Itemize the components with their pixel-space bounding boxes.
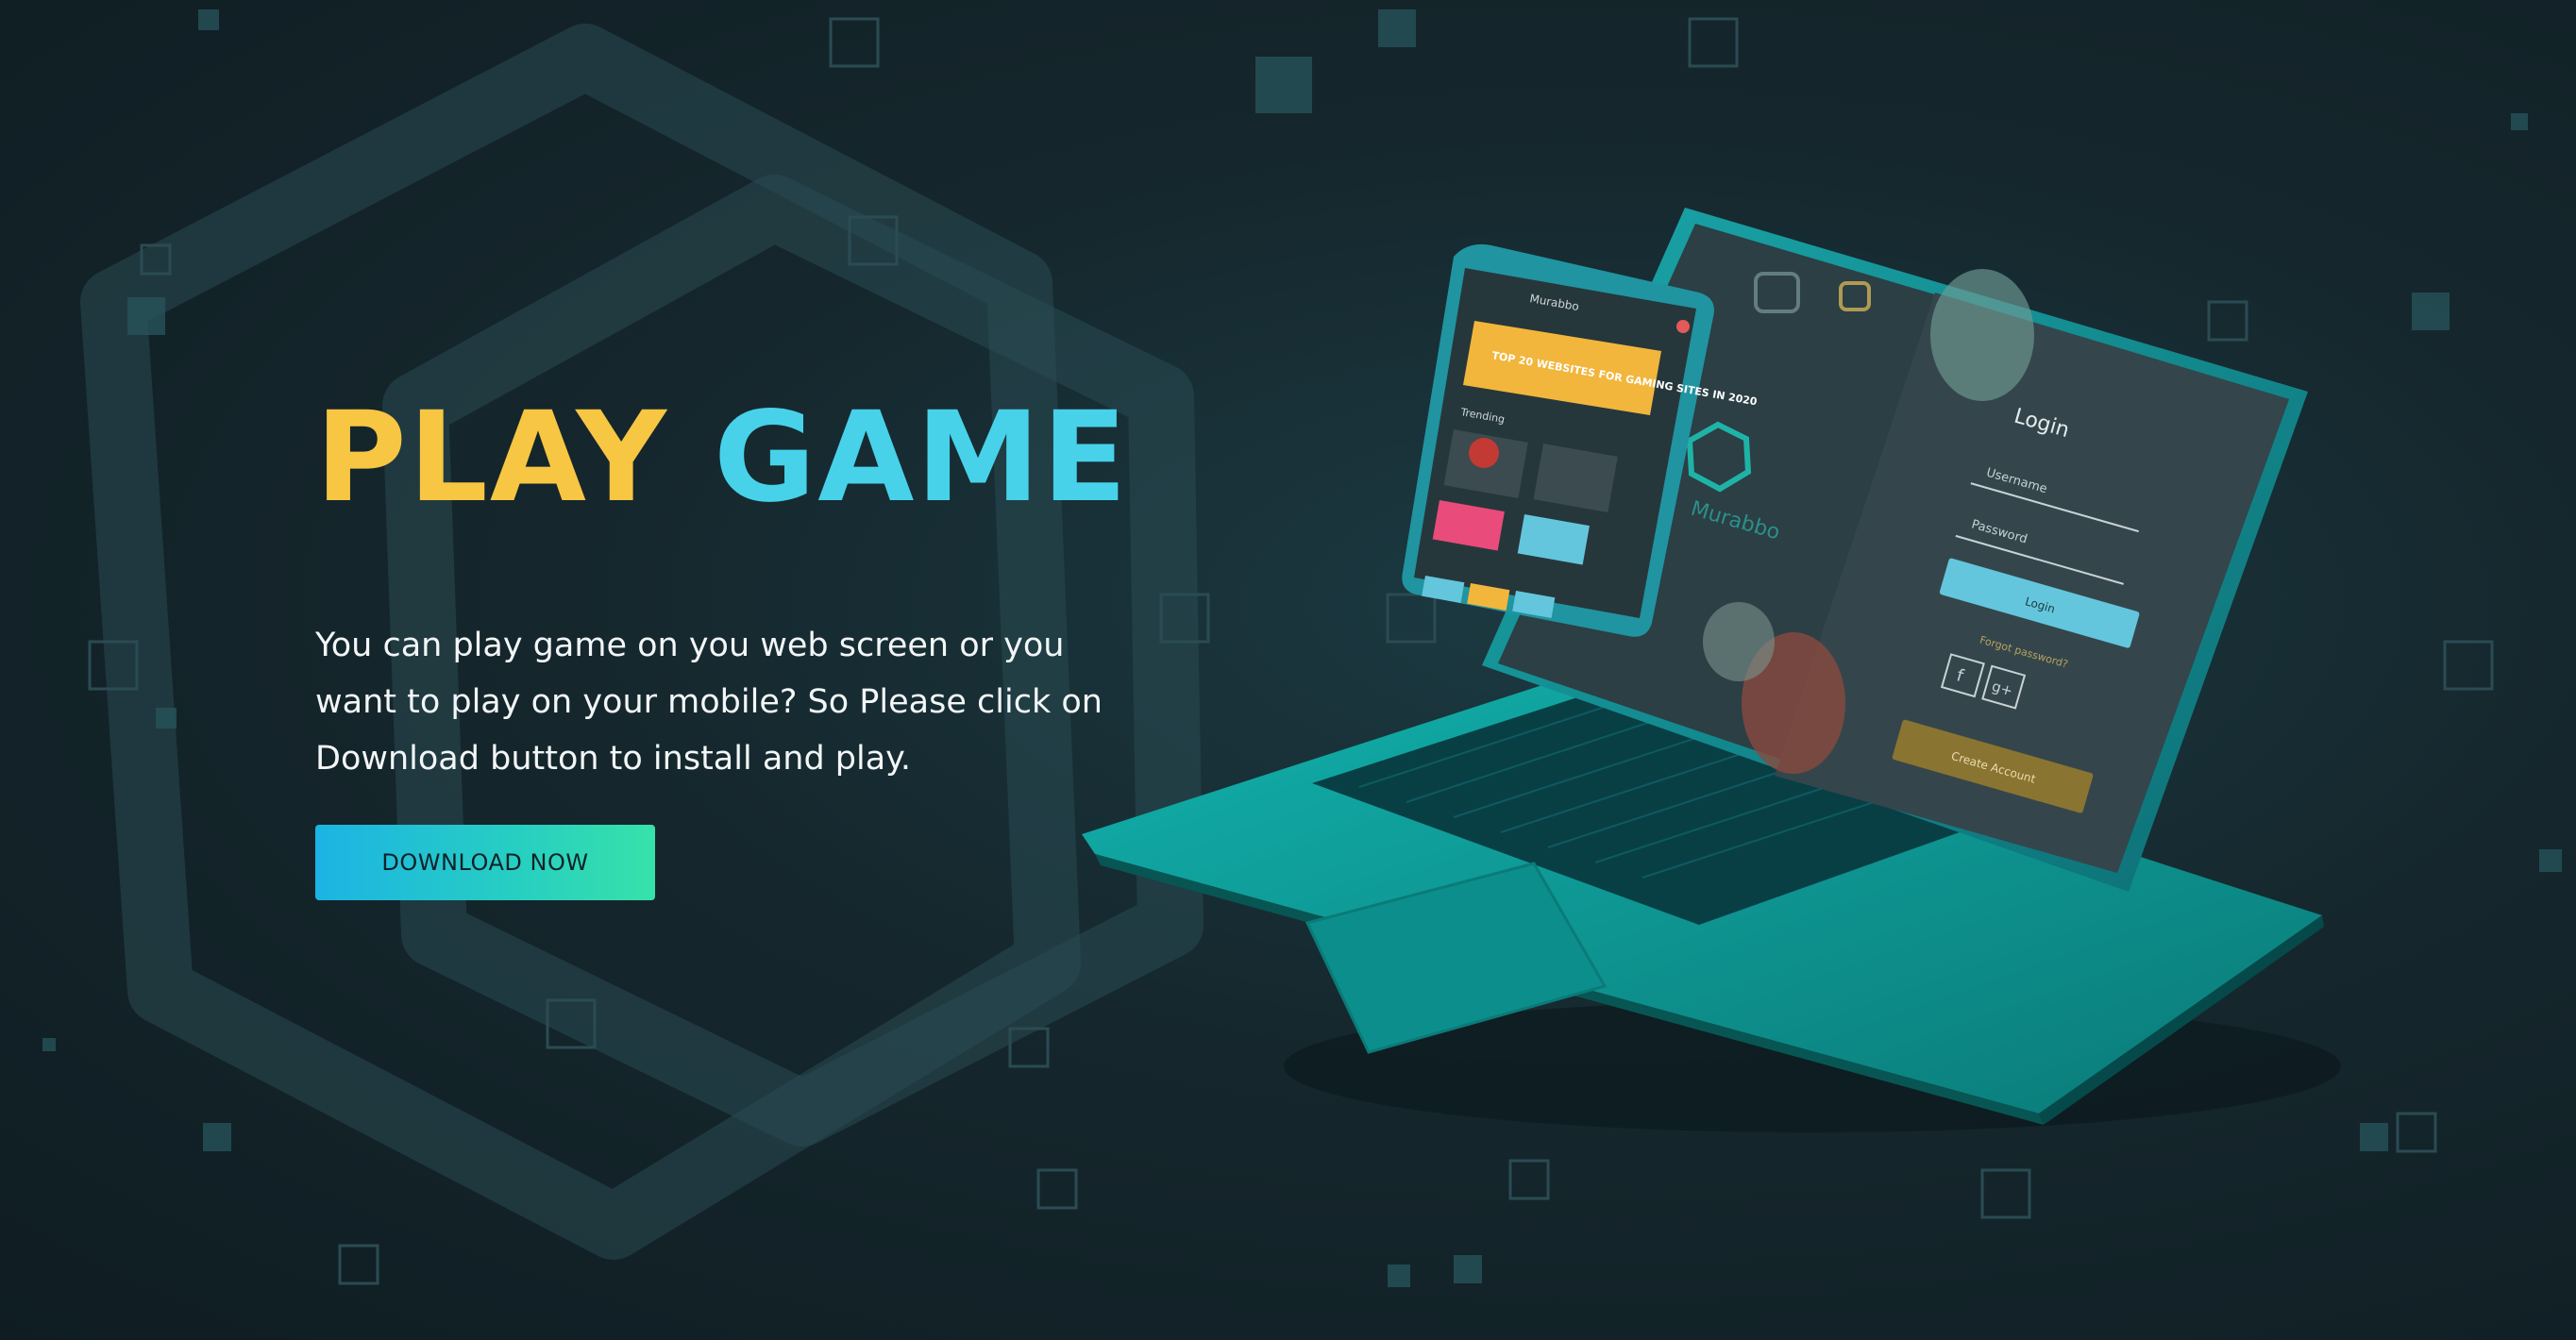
device-mockup: Murabbo Login Username Password Login Fo… bbox=[1082, 208, 2341, 1132]
hero-text-block: PLAY GAME You can play game on you web s… bbox=[315, 395, 1165, 787]
title-word-play: PLAY bbox=[315, 385, 668, 530]
download-now-button[interactable]: DOWNLOAD NOW bbox=[315, 825, 655, 900]
notification-icon bbox=[1676, 320, 1690, 333]
page-title: PLAY GAME bbox=[315, 395, 1165, 520]
hero-description: You can play game on you web screen or y… bbox=[315, 627, 1103, 778]
